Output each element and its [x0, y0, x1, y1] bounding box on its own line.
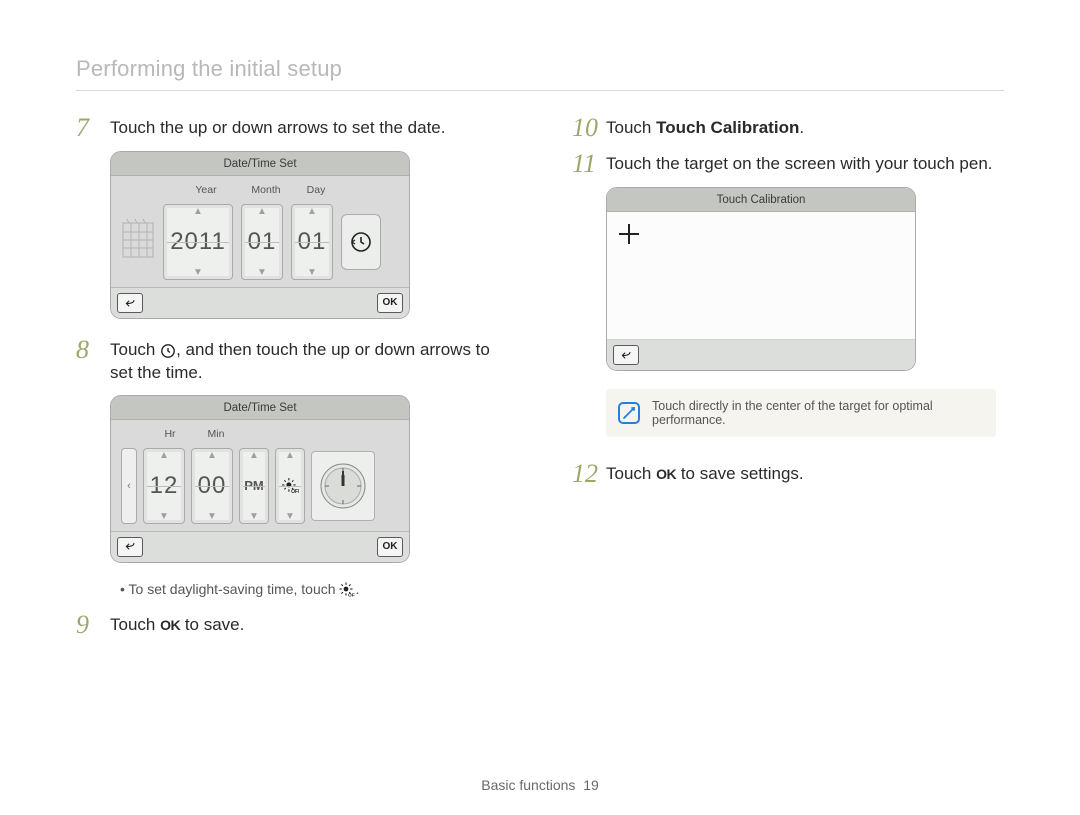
footer-page: 19 [583, 777, 599, 793]
right-column: 10 Touch Touch Calibration. 11 Touch the… [572, 115, 1004, 648]
arrow-down-icon[interactable]: ▼ [242, 267, 282, 278]
step-8-prefix: Touch [110, 340, 160, 359]
note-box: Touch directly in the center of the targ… [606, 389, 996, 437]
arrow-up-icon[interactable]: ▲ [242, 206, 282, 217]
step-text: Touch the target on the screen with your… [606, 151, 993, 176]
arrow-up-icon[interactable]: ▲ [164, 206, 232, 217]
arrow-up-icon[interactable]: ▲ [292, 206, 332, 217]
left-column: 7 Touch the up or down arrows to set the… [76, 115, 508, 648]
step-10-prefix: Touch [606, 118, 656, 137]
page-title: Performing the initial setup [76, 56, 1004, 91]
arrow-down-icon[interactable]: ▼ [192, 511, 232, 522]
step-10-bold: Touch Calibration [656, 118, 799, 137]
clock-icon [160, 343, 176, 359]
step-number: 8 [76, 337, 110, 363]
step-text: Touch OK to save. [110, 612, 244, 637]
step-8-bullet: To set daylight-saving time, touch OFF. [120, 581, 508, 598]
back-button[interactable] [613, 345, 639, 365]
page-footer: Basic functions 19 [0, 777, 1080, 793]
dst-toggle[interactable]: ▲ OFF ▼ [275, 448, 305, 524]
step-11: 11 Touch the target on the screen with y… [572, 151, 1004, 177]
calendar-icon [121, 215, 155, 269]
svg-text:OFF: OFF [291, 489, 299, 495]
arrow-down-icon[interactable]: ▼ [240, 511, 268, 522]
arrow-down-icon[interactable]: ▼ [164, 267, 232, 278]
ok-icon: OK [656, 466, 676, 482]
analog-clock-icon [311, 451, 375, 521]
switch-to-time-button[interactable] [341, 214, 381, 270]
step-number: 9 [76, 612, 110, 638]
step-12-suffix: to save settings. [676, 464, 804, 483]
step-12: 12 Touch OK to save settings. [572, 461, 1004, 487]
arrow-down-icon[interactable]: ▼ [292, 267, 332, 278]
label-day: Day [291, 184, 341, 196]
step-number: 10 [572, 115, 606, 141]
month-picker[interactable]: ▲ 01 ▼ [241, 204, 283, 280]
step-9: 9 Touch OK to save. [76, 612, 508, 638]
screen-title: Touch Calibration [607, 188, 915, 212]
footer-section: Basic functions [481, 777, 575, 793]
note-icon [618, 402, 640, 424]
note-text: Touch directly in the center of the targ… [652, 399, 984, 427]
arrow-up-icon[interactable]: ▲ [240, 450, 268, 461]
arrow-up-icon[interactable]: ▲ [144, 450, 184, 461]
sun-off-icon: OFF [339, 582, 355, 598]
step-text: Touch the up or down arrows to set the d… [110, 115, 445, 140]
step-7: 7 Touch the up or down arrows to set the… [76, 115, 508, 141]
label-year: Year [171, 184, 241, 196]
label-min: Min [191, 428, 241, 440]
step-9-prefix: Touch [110, 615, 160, 634]
time-set-screen: Date/Time Set Hr Min ‹ ▲ 12 ▼ [110, 395, 410, 563]
year-picker[interactable]: ▲ 2011 ▼ [163, 204, 233, 280]
ok-button[interactable]: OK [377, 293, 403, 313]
back-button[interactable] [117, 293, 143, 313]
step-text: Touch Touch Calibration. [606, 115, 804, 140]
step-text: Touch OK to save settings. [606, 461, 804, 486]
ok-icon: OK [160, 617, 180, 633]
arrow-up-icon[interactable]: ▲ [276, 450, 304, 461]
screen-title: Date/Time Set [111, 152, 409, 176]
step-8: 8 Touch , and then touch the up or down … [76, 337, 508, 385]
minute-picker[interactable]: ▲ 00 ▼ [191, 448, 233, 524]
step-9-suffix: to save. [180, 615, 244, 634]
screen-title: Date/Time Set [111, 396, 409, 420]
day-picker[interactable]: ▲ 01 ▼ [291, 204, 333, 280]
step-10: 10 Touch Touch Calibration. [572, 115, 1004, 141]
date-time-set-screen: Date/Time Set Year Month Day ▲ [110, 151, 410, 319]
step-number: 12 [572, 461, 606, 487]
back-button[interactable] [117, 537, 143, 557]
step-text: Touch , and then touch the up or down ar… [110, 337, 508, 385]
label-hr: Hr [149, 428, 191, 440]
arrow-down-icon[interactable]: ▼ [144, 511, 184, 522]
step-number: 11 [572, 151, 606, 177]
step-number: 7 [76, 115, 110, 141]
ampm-picker[interactable]: ▲ PM ▼ [239, 448, 269, 524]
svg-text:OFF: OFF [348, 593, 355, 599]
step-12-prefix: Touch [606, 464, 656, 483]
hour-picker[interactable]: ▲ 12 ▼ [143, 448, 185, 524]
touch-calibration-screen: Touch Calibration [606, 187, 916, 371]
step-10-suffix: . [799, 118, 804, 137]
label-month: Month [241, 184, 291, 196]
bullet-text: To set daylight-saving time, touch [129, 581, 340, 597]
ok-button[interactable]: OK [377, 537, 403, 557]
calibration-target-icon[interactable] [619, 224, 639, 244]
arrow-down-icon[interactable]: ▼ [276, 511, 304, 522]
arrow-up-icon[interactable]: ▲ [192, 450, 232, 461]
switch-to-date-button[interactable]: ‹ [121, 448, 137, 524]
